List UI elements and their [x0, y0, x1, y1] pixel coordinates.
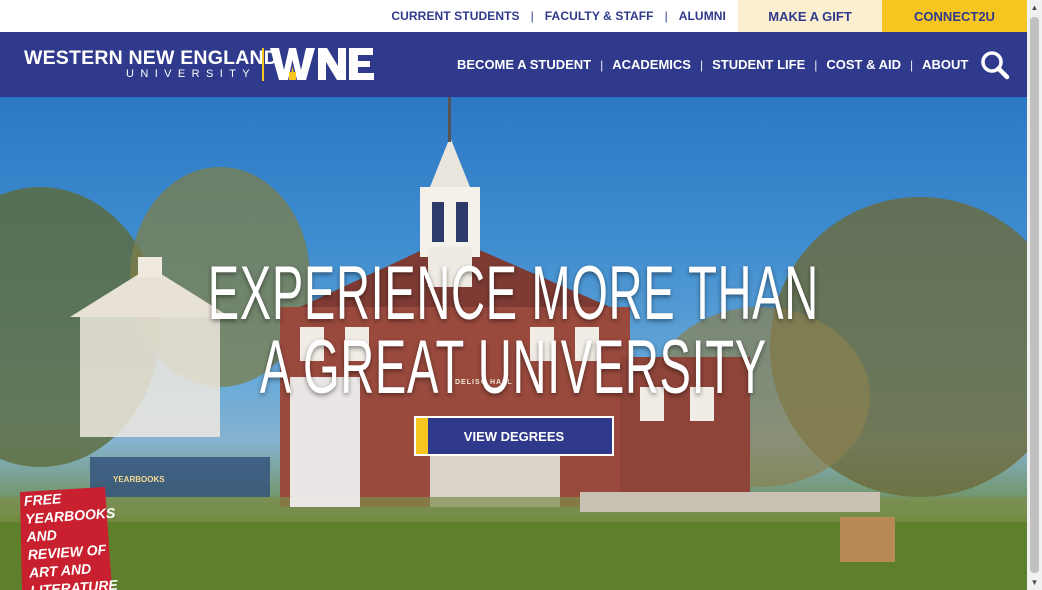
wne-logo-mark [270, 48, 374, 80]
scroll-thumb[interactable] [1030, 17, 1039, 573]
nav-academics[interactable]: ACADEMICS [612, 57, 691, 72]
connect2u-button[interactable]: CONNECT2U [882, 0, 1027, 32]
logo-name-line1: WESTERN NEW ENGLAND [24, 47, 279, 69]
main-nav: WESTERN NEW ENGLAND UNIVERSITY BECOME A … [0, 32, 1027, 97]
yearbooks-sign-text: FREE YEARBOOKS AND REVIEW OF ART AND LIT… [23, 490, 119, 590]
primary-nav: BECOME A STUDENT | ACADEMICS | STUDENT L… [457, 32, 968, 97]
logo-name-line2: UNIVERSITY [126, 68, 257, 80]
utility-separator: | [664, 9, 668, 23]
page-scrollbar[interactable]: ▲ ▼ [1027, 0, 1042, 590]
hero-headline-line2: A GREAT UNIVERSITY [259, 325, 767, 410]
nav-separator: | [600, 57, 604, 72]
hero-banner: FREE YEARBOOKS AND REVIEW OF ART AND LIT… [0, 97, 1027, 590]
nav-cost-and-aid[interactable]: COST & AID [826, 57, 901, 72]
nav-separator: | [910, 57, 914, 72]
link-faculty-staff[interactable]: FACULTY & STAFF [545, 9, 654, 23]
nav-separator: | [814, 57, 818, 72]
view-degrees-button[interactable]: VIEW DEGREES [414, 416, 614, 456]
make-a-gift-button[interactable]: MAKE A GIFT [738, 0, 882, 32]
nav-separator: | [699, 57, 704, 72]
logo-divider [262, 48, 264, 81]
utility-bar: CURRENT STUDENTS | FACULTY & STAFF | ALU… [0, 0, 1027, 32]
hero-headline-line1: EXPERIENCE MORE THAN [207, 251, 819, 336]
link-current-students[interactable]: CURRENT STUDENTS [391, 9, 519, 23]
search-icon[interactable] [980, 50, 1010, 80]
link-alumni[interactable]: ALUMNI [679, 9, 726, 23]
view-degrees-label: VIEW DEGREES [463, 428, 565, 444]
utility-links: CURRENT STUDENTS | FACULTY & STAFF | ALU… [391, 0, 726, 32]
utility-separator: | [530, 9, 534, 23]
button-accent [416, 418, 428, 454]
nav-become-a-student[interactable]: BECOME A STUDENT [457, 57, 591, 72]
nav-about[interactable]: ABOUT [922, 57, 968, 72]
nav-student-life[interactable]: STUDENT LIFE [712, 57, 805, 72]
scroll-up-arrow-icon[interactable]: ▲ [1027, 0, 1042, 15]
hero-headline: EXPERIENCE MORE THAN A GREAT UNIVERSITY [195, 251, 832, 410]
scroll-down-arrow-icon[interactable]: ▼ [1027, 575, 1042, 590]
yearbooks-box-label: YEARBOOKS [113, 475, 165, 484]
university-logo[interactable]: WESTERN NEW ENGLAND UNIVERSITY [24, 46, 376, 84]
